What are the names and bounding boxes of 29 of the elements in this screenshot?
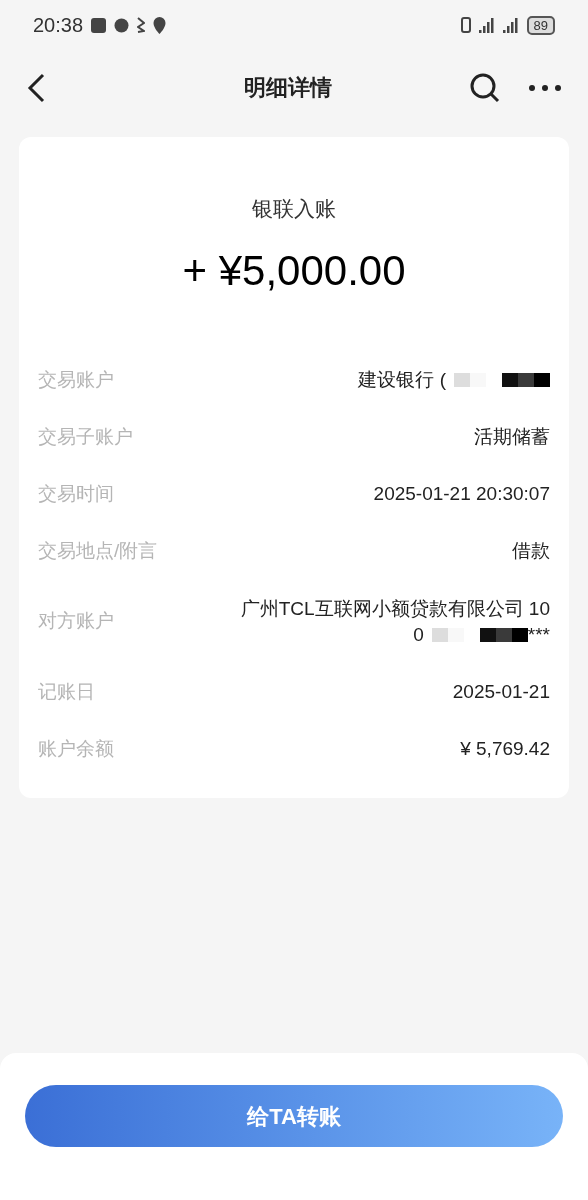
signal-icon	[502, 17, 519, 33]
value-text: 0	[413, 622, 424, 647]
location-icon	[153, 16, 167, 34]
value-text: 2025-01-21 20:30:07	[373, 482, 550, 506]
transaction-type: 银联入账	[252, 196, 336, 222]
more-icon[interactable]	[528, 83, 562, 92]
field-label: 账户余额	[38, 736, 114, 761]
value-text: 广州TCL互联网小额贷款有限公司 10	[240, 596, 550, 621]
status-time: 20:38	[33, 13, 84, 38]
value-text: ***	[527, 622, 550, 647]
value-text: 活期储蓄	[474, 425, 550, 449]
battery-indicator: 89	[526, 15, 555, 35]
signal-icon	[478, 17, 495, 33]
transfer-button[interactable]: 给TA转账	[25, 1085, 563, 1147]
value-text: 借款	[512, 539, 550, 563]
field-label: 交易地点/附言	[38, 538, 158, 563]
amount: + ¥5,000.00	[182, 245, 406, 296]
field-label: 交易账户	[38, 367, 114, 392]
field-label: 交易子账户	[38, 424, 133, 449]
value-text: 2025-01-21	[452, 680, 550, 704]
vibrate-icon	[460, 17, 471, 33]
search-icon[interactable]	[470, 72, 500, 103]
field-label: 对方账户	[38, 609, 114, 634]
value-text: 建设银行 (	[358, 368, 446, 392]
field-label: 记账日	[38, 679, 95, 704]
field-label: 交易时间	[38, 481, 114, 506]
back-icon[interactable]	[26, 72, 46, 103]
value-text: ¥ 5,769.42	[460, 737, 550, 761]
page-title: 明细详情	[244, 74, 332, 102]
